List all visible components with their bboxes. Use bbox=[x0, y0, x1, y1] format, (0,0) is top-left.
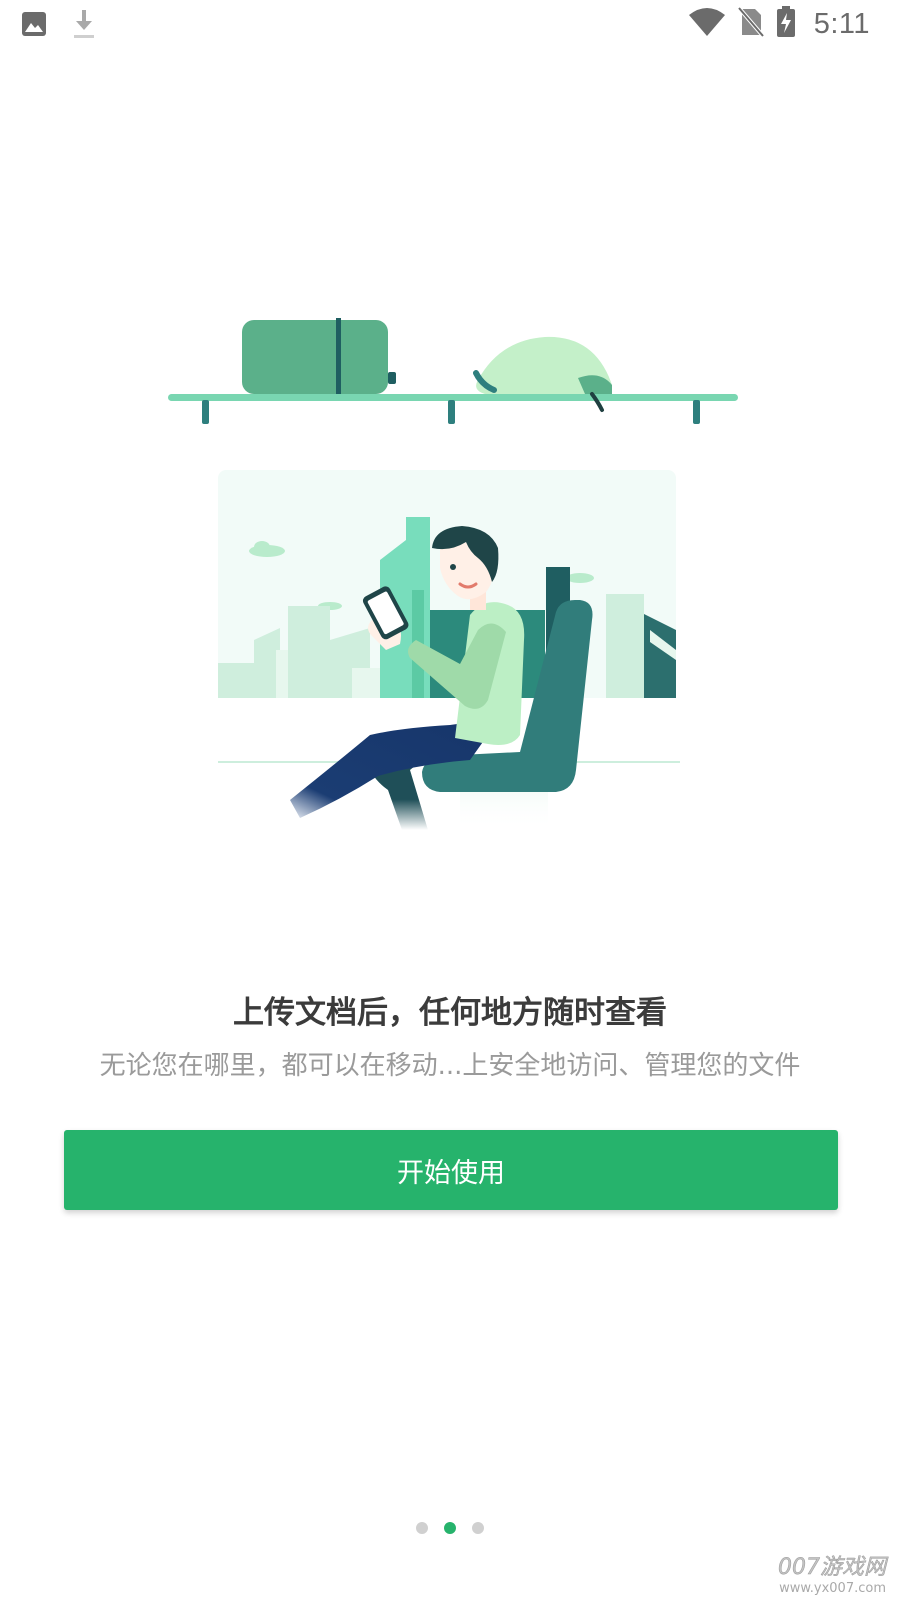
onboarding-headline: 上传文档后，任何地方随时查看 bbox=[233, 995, 667, 1031]
battery-charging-icon bbox=[776, 6, 796, 42]
watermark-url: www.yx007.com bbox=[779, 1581, 886, 1596]
download-icon bbox=[70, 8, 98, 44]
image-icon bbox=[20, 10, 48, 42]
watermark: 007游戏网 www.yx007.com bbox=[778, 1549, 887, 1596]
status-bar: 5:11 bbox=[0, 0, 900, 50]
onboarding-illustration bbox=[168, 318, 738, 830]
page-dot-1[interactable] bbox=[416, 1522, 428, 1534]
no-sim-icon bbox=[737, 6, 765, 41]
onboarding-screen: 5:11 上传文档后，任何地方随时查看 无论您在哪里，都可以在移动...上安全地… bbox=[0, 0, 900, 1600]
start-button[interactable]: 开始使用 bbox=[64, 1130, 838, 1210]
wifi-icon bbox=[688, 7, 726, 41]
onboarding-subline: 无论您在哪里，都可以在移动...上安全地访问、管理您的文件 bbox=[99, 1051, 801, 1081]
page-dot-3[interactable] bbox=[472, 1522, 484, 1534]
page-dot-2-active[interactable] bbox=[444, 1522, 456, 1534]
luggage-rack bbox=[168, 318, 738, 424]
page-indicator bbox=[0, 1522, 900, 1534]
watermark-brand: 007游戏网 bbox=[778, 1555, 887, 1581]
status-time: 5:11 bbox=[813, 7, 870, 40]
status-bar-left bbox=[20, 8, 98, 44]
status-bar-right: 5:11 bbox=[688, 6, 870, 42]
